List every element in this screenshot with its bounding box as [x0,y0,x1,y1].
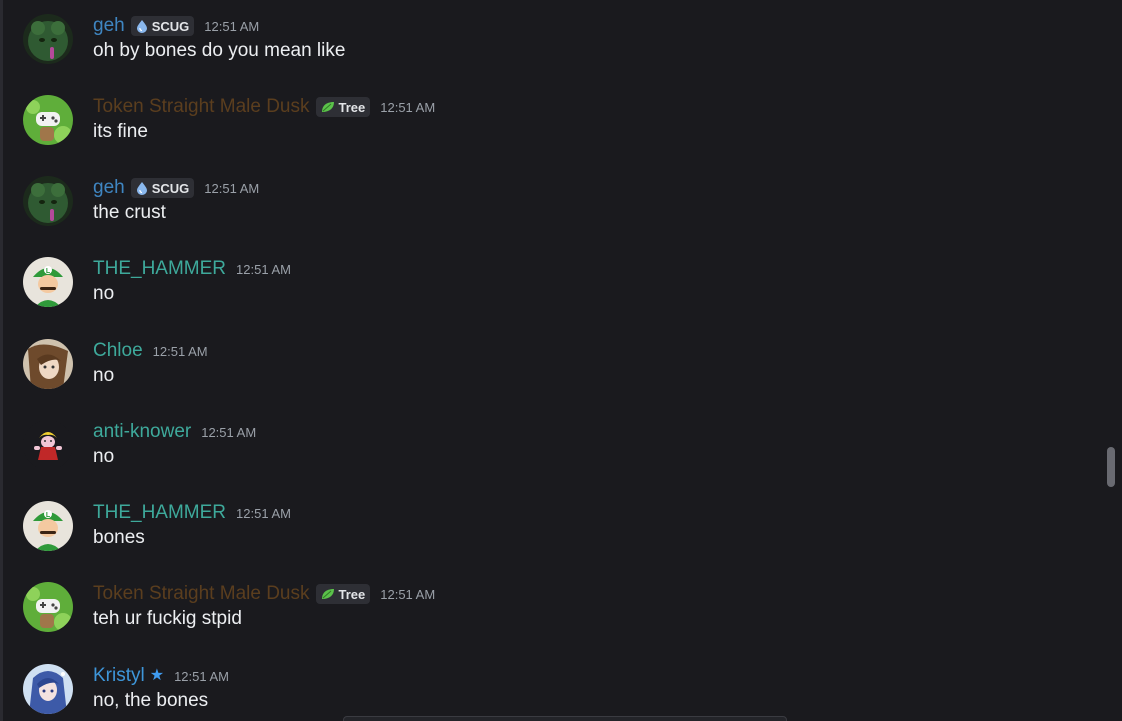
message-input-edge[interactable] [343,716,787,721]
timestamp: 12:51 AM [380,586,436,602]
chat-message-list: geh SCUG 12:51 AM oh by bones do you mea… [0,0,1122,721]
username[interactable]: Token Straight Male Dusk [93,582,310,606]
timestamp: 12:51 AM [204,18,260,34]
message[interactable]: anti-knower 12:51 AM no [23,420,1092,500]
username[interactable]: THE_HAMMER [93,501,226,525]
guild-tag[interactable]: Tree [315,584,371,604]
guild-tag-label: SCUG [151,180,190,196]
username[interactable]: anti-knower [93,420,191,444]
guild-tag[interactable]: SCUG [130,178,195,198]
message-text: no [93,283,115,304]
star-icon: ★ [149,667,165,684]
message[interactable]: Chloe 12:51 AM no [23,339,1092,419]
username[interactable]: Token Straight Male Dusk [93,95,310,119]
message[interactable]: geh SCUG 12:51 AM oh by bones do you mea… [23,14,1092,94]
svg-text:L: L [46,268,51,275]
water-drop-icon [136,19,148,33]
leaf-icon [321,101,335,113]
leaf-icon [321,588,335,600]
message-text: its fine [93,121,148,142]
message-text: no [93,446,115,467]
message[interactable]: Kristyl ★ 12:51 AM no, the bones [23,664,1092,721]
avatar[interactable]: L [23,501,73,551]
message-text: oh by bones do you mean like [93,40,346,61]
message[interactable]: Token Straight Male Dusk Tree 12:51 AM t… [23,582,1092,662]
timestamp: 12:51 AM [236,261,291,277]
timestamp: 12:51 AM [236,505,291,521]
avatar[interactable] [23,339,73,389]
message-text: the crust [93,202,166,223]
guild-tag-label: Tree [338,99,366,115]
message-text: bones [93,527,145,548]
scrollbar-thumb[interactable] [1107,447,1115,487]
username[interactable]: Kristyl [93,664,145,688]
message[interactable]: Token Straight Male Dusk Tree 12:51 AM i… [23,95,1092,175]
message[interactable]: geh SCUG 12:51 AM the crust [23,176,1092,256]
timestamp: 12:51 AM [380,99,436,115]
avatar[interactable] [23,582,73,632]
avatar[interactable] [23,176,73,226]
avatar[interactable] [23,14,73,64]
username[interactable]: geh [93,14,125,38]
water-drop-icon [136,181,148,195]
timestamp: 12:51 AM [204,180,260,196]
avatar[interactable] [23,420,73,470]
guild-tag[interactable]: SCUG [130,16,195,36]
username[interactable]: Chloe [93,339,143,363]
message-text: no [93,365,115,386]
timestamp: 12:51 AM [152,343,208,359]
guild-tag-label: SCUG [151,18,190,34]
avatar[interactable] [23,95,73,145]
message[interactable]: L THE_HAMMER 12:51 AM bones [23,501,1092,581]
message-text: teh ur fuckig stpid [93,608,242,629]
message-text: no, the bones [93,690,209,711]
avatar[interactable] [23,664,73,714]
timestamp: 12:51 AM [174,668,230,684]
username[interactable]: geh [93,176,125,200]
timestamp: 12:51 AM [201,424,257,440]
message[interactable]: L THE_HAMMER 12:51 AM no [23,257,1092,337]
guild-tag[interactable]: Tree [315,97,371,117]
username[interactable]: THE_HAMMER [93,257,226,281]
avatar[interactable]: L [23,257,73,307]
guild-tag-label: Tree [338,586,366,602]
svg-text:L: L [46,512,51,519]
